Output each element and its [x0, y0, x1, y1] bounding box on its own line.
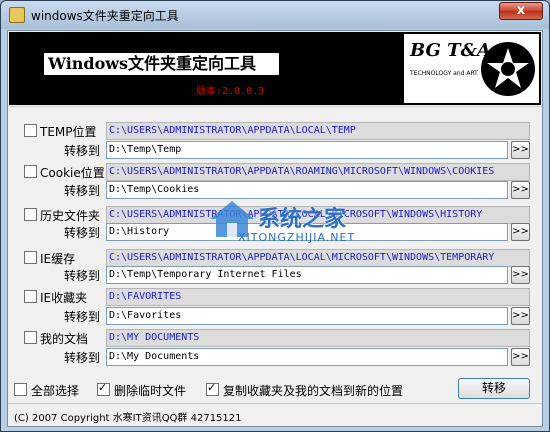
source-path-my-documents: D:\MY DOCUMENTS [106, 329, 530, 347]
copy-favorites-checkbox[interactable] [206, 381, 219, 396]
banner-title: Windows文件夹重定向工具 [44, 53, 279, 75]
banner-divider [8, 106, 542, 107]
move-to-label-my-documents: 转移到 [64, 351, 101, 365]
source-path-history: C:\USERS\ADMINISTRATOR\APPDATA\LOCAL\MIC… [106, 206, 530, 224]
checkbox-temp[interactable] [24, 124, 37, 137]
checkbox-ie-favorites[interactable] [24, 290, 37, 303]
browse-button-my-documents[interactable]: >> [511, 348, 530, 366]
label-temp: TEMP位置 [40, 125, 97, 139]
checkbox-cookie[interactable] [24, 165, 37, 178]
browse-button-ie-favorites[interactable]: >> [511, 307, 530, 325]
label-cookie: Cookie位置 [40, 166, 105, 180]
browse-button-cookie[interactable]: >> [511, 181, 530, 199]
label-history: 历史文件夹 [40, 209, 101, 223]
source-path-cookie: C:\USERS\ADMINISTRATOR\APPDATA\ROAMING\M… [106, 163, 530, 181]
folder-app-icon [9, 7, 25, 23]
target-input-cookie[interactable]: D:\Temp\Cookies [106, 181, 508, 199]
source-path-ie-favorites: D:\FAVORITES [106, 288, 530, 306]
checkbox-my-documents[interactable] [24, 331, 37, 344]
label-my-documents: 我的文档 [40, 332, 89, 346]
target-input-history[interactable]: D:\History [106, 223, 508, 241]
title-bar[interactable]: windows文件夹重定向工具 x [1, 1, 549, 29]
browse-button-history[interactable]: >> [511, 223, 530, 241]
select-all-label: 全部选择 [31, 384, 80, 398]
checkbox-history[interactable] [24, 208, 37, 221]
checkbox-ie-cache[interactable] [24, 251, 37, 264]
source-path-temp: C:\USERS\ADMINISTRATOR\APPDATA\LOCAL\TEM… [106, 122, 530, 140]
delete-temp-label: 删除临时文件 [114, 384, 187, 398]
logo: BG T&A TECHNOLOGY and ART [404, 34, 539, 103]
move-to-label-history: 转移到 [64, 226, 101, 240]
logo-text: BG T&A [410, 40, 491, 61]
target-input-my-documents[interactable]: D:\My Documents [106, 348, 508, 366]
close-button[interactable]: x [499, 2, 543, 20]
copy-favorites-label: 复制收藏夹及我的文档到新的位置 [223, 384, 404, 398]
label-ie-cache: IE缓存 [40, 252, 76, 266]
target-input-temp[interactable]: D:\Temp\Temp [106, 141, 508, 159]
star-logo-icon [481, 42, 535, 96]
move-to-label-cookie: 转移到 [64, 184, 101, 198]
browse-button-temp[interactable]: >> [511, 141, 530, 159]
app-window: windows文件夹重定向工具 x Windows文件夹重定向工具 版本:2.0… [0, 0, 550, 432]
move-to-label-ie-cache: 转移到 [64, 269, 101, 283]
browse-button-ie-cache[interactable]: >> [511, 266, 530, 284]
delete-temp-checkbox[interactable] [97, 381, 110, 396]
move-to-label-ie-favorites: 转移到 [64, 310, 101, 324]
target-input-ie-cache[interactable]: D:\Temp\Temporary Internet Files [106, 266, 508, 284]
logo-subtext: TECHNOLOGY and ART [410, 70, 478, 77]
transfer-button[interactable]: 转移 [458, 378, 530, 399]
target-input-ie-favorites[interactable]: D:\Favorites [106, 307, 508, 325]
select-all-checkbox[interactable] [14, 383, 27, 396]
source-path-ie-cache: C:\USERS\ADMINISTRATOR\APPDATA\LOCAL\MIC… [106, 249, 530, 267]
footer-divider [8, 403, 542, 404]
copyright-text: (C) 2007 Copyright 水寒IT资讯QQ群 42715121 [14, 413, 242, 424]
version-label: 版本:2.0.0.3 [196, 86, 265, 97]
client-area: Windows文件夹重定向工具 版本:2.0.0.3 BG T&A TECHNO… [7, 30, 543, 427]
banner: Windows文件夹重定向工具 版本:2.0.0.3 BG T&A TECHNO… [9, 32, 541, 105]
move-to-label-temp: 转移到 [64, 144, 101, 158]
label-ie-favorites: IE收藏夹 [40, 291, 88, 305]
window-title: windows文件夹重定向工具 [31, 9, 179, 23]
